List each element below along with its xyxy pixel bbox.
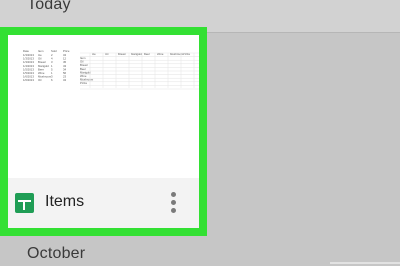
file-card[interactable]: Date Item Sold Price 1/3/2013 Ice 2 34 1/3/2013 O… [8, 35, 199, 228]
thumb-right-header: Mushroom [170, 52, 184, 56]
thumb-right-header: Marigold [131, 52, 142, 56]
section-header-today: Today [27, 0, 71, 13]
thumb-right-header: Beer [144, 52, 150, 56]
file-name: Items [45, 193, 85, 210]
thumb-left-cell: 6 [51, 78, 53, 82]
thumb-left-cell: 34 [63, 78, 67, 82]
file-card-footer[interactable]: Items [8, 178, 199, 228]
thumb-right-header: Wine [157, 52, 164, 56]
more-vert-icon[interactable] [168, 190, 180, 216]
spreadsheet-preview: Date Item Sold Price1/3/2013 Ice 2 341/3/2013 O… [23, 49, 199, 90]
thumb-left-cell: 1/6/2013 [23, 78, 34, 82]
thumb-right-header: Oil [105, 52, 109, 56]
file-thumbnail[interactable]: Date Item Sold Price 1/3/2013 Ice 2 34 1/3/2013 O… [8, 35, 199, 178]
thumb-right-header: Pizza [183, 52, 190, 56]
sheets-icon [15, 193, 34, 213]
partial-card-edge [330, 262, 400, 264]
thumb-right-header: Ice [92, 52, 96, 56]
thumb-right-header: Bread [118, 52, 126, 56]
thumb-left-cell: Oil [38, 78, 42, 82]
section-header-october: October [27, 245, 86, 262]
